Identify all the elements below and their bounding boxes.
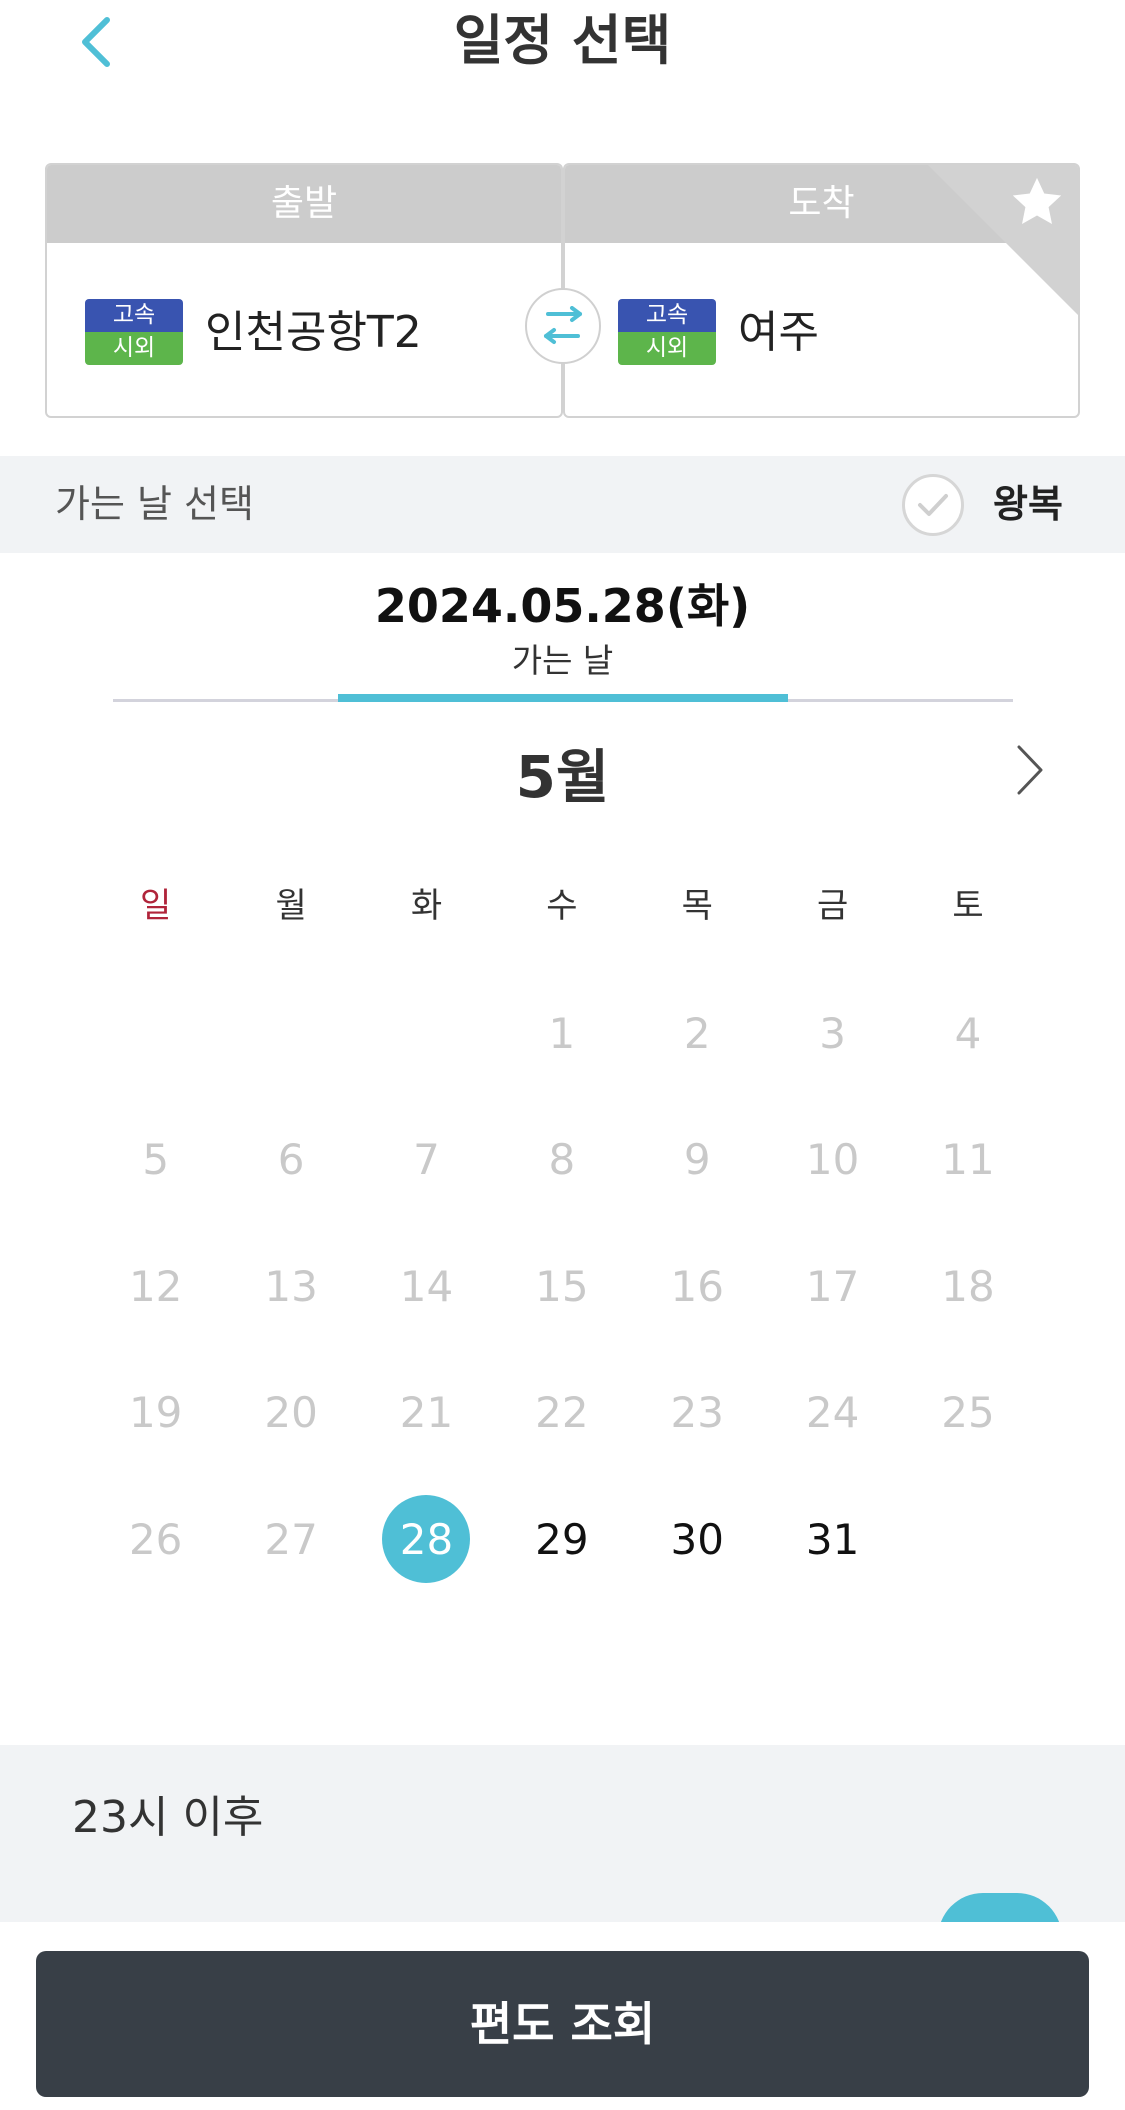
selected-date: 2024.05.28(화) <box>374 579 751 633</box>
weekday-sun: 일 <box>140 886 172 926</box>
calendar-day-disabled: 16 <box>670 1261 724 1311</box>
weekday-thu: 목 <box>681 886 713 926</box>
calendar-empty-cell <box>88 970 223 1097</box>
calendar-day-disabled: 12 <box>128 1261 183 1311</box>
arrival-card[interactable]: 도착 고속 시외 여주 <box>563 163 1080 418</box>
calendar-grid: 1 2 3 4 5 6 7 8 9 10 11 12 13 14 15 16 1… <box>88 970 1036 1603</box>
time-filter-section: 23시 이후 <box>0 1745 1125 1925</box>
calendar-empty-cell <box>900 1476 1035 1603</box>
swap-arrows-icon <box>544 306 582 344</box>
badge-intercity-label: 시외 <box>85 332 183 365</box>
badge-intercity-label: 시외 <box>618 332 716 365</box>
calendar-day-disabled: 27 <box>264 1514 318 1564</box>
favorite-button[interactable] <box>1008 173 1066 241</box>
calendar-day-disabled: 9 <box>683 1135 711 1185</box>
departure-header: 출발 <box>47 165 561 243</box>
calendar-day-disabled: 6 <box>277 1135 305 1185</box>
swap-button[interactable] <box>525 288 601 364</box>
calendar-day-disabled: 20 <box>264 1388 318 1438</box>
app-header: 일정 선택 <box>0 0 1125 122</box>
calendar-day-disabled: 26 <box>128 1514 183 1564</box>
departure-station: 인천공항T2 <box>205 307 422 358</box>
departure-body: 고속 시외 인천공항T2 <box>47 243 561 416</box>
selected-date-label[interactable]: 가는 날 <box>0 634 1125 682</box>
bus-type-badge: 고속 시외 <box>85 299 183 365</box>
calendar-day-disabled: 8 <box>548 1135 576 1185</box>
calendar-day-disabled: 17 <box>805 1261 860 1311</box>
calendar-day-disabled: 3 <box>819 1008 846 1058</box>
date-select-label: 가는 날 선택 <box>55 482 254 526</box>
page-title: 일정 선택 <box>453 9 672 72</box>
star-icon <box>1012 177 1062 224</box>
weekday-fri: 금 <box>817 886 849 926</box>
calendar-day-selected[interactable]: 28 <box>359 1476 494 1603</box>
badge-express-label: 고속 <box>85 299 183 332</box>
date-select-bar: 가는 날 선택 왕복 <box>0 456 1125 553</box>
calendar-day-disabled: 1 <box>548 1008 576 1058</box>
weekday-tue: 화 <box>410 886 443 926</box>
month-title: 5월 <box>515 743 610 811</box>
calendar-day-disabled: 18 <box>941 1261 995 1311</box>
calendar-day-disabled: 7 <box>413 1135 440 1185</box>
tab-underline-active <box>338 694 788 702</box>
calendar-day-disabled: 13 <box>264 1261 318 1311</box>
arrival-station: 여주 <box>738 307 819 358</box>
departure-card[interactable]: 출발 고속 시외 인천공항T2 <box>45 163 563 418</box>
check-icon <box>918 494 948 516</box>
calendar-day-disabled: 23 <box>670 1388 724 1438</box>
weekday-sat: 토 <box>952 886 984 926</box>
calendar-day[interactable]: 29 <box>494 1476 629 1603</box>
calendar-day-disabled: 25 <box>941 1388 995 1438</box>
calendar-day-disabled: 5 <box>142 1135 170 1185</box>
calendar-day-disabled: 21 <box>399 1388 454 1438</box>
calendar-day[interactable]: 30 <box>630 1476 765 1603</box>
roundtrip-label[interactable]: 왕복 <box>993 456 1063 553</box>
calendar-day-disabled: 2 <box>683 1008 711 1058</box>
next-month-button[interactable] <box>1005 740 1055 800</box>
weekday-header: 일 월 화 수 목 금 토 <box>88 878 1036 927</box>
calendar-day-disabled: 4 <box>954 1008 982 1058</box>
calendar-day-disabled: 11 <box>941 1135 995 1185</box>
weekday-mon: 월 <box>275 886 307 926</box>
calendar-day-disabled: 15 <box>535 1261 589 1311</box>
calendar-day-disabled: 10 <box>805 1135 860 1185</box>
calendar-day-disabled: 22 <box>535 1388 589 1438</box>
time-filter-label: 23시 이후 <box>72 1792 264 1843</box>
chevron-right-icon <box>1017 745 1043 795</box>
calendar-day[interactable]: 31 <box>765 1476 900 1603</box>
weekday-wed: 수 <box>546 886 578 926</box>
roundtrip-checkbox[interactable] <box>902 474 964 536</box>
bus-type-badge: 고속 시외 <box>618 299 716 365</box>
calendar-day-disabled: 24 <box>805 1388 860 1438</box>
one-way-search-button[interactable]: 편도 조회 <box>36 1951 1089 2097</box>
calendar-day-disabled: 19 <box>128 1388 183 1438</box>
calendar-empty-cell <box>223 970 358 1097</box>
time-option-selected[interactable] <box>938 1893 1062 1925</box>
calendar-empty-cell <box>359 970 494 1097</box>
badge-express-label: 고속 <box>618 299 716 332</box>
calendar-day-disabled: 14 <box>399 1261 454 1311</box>
